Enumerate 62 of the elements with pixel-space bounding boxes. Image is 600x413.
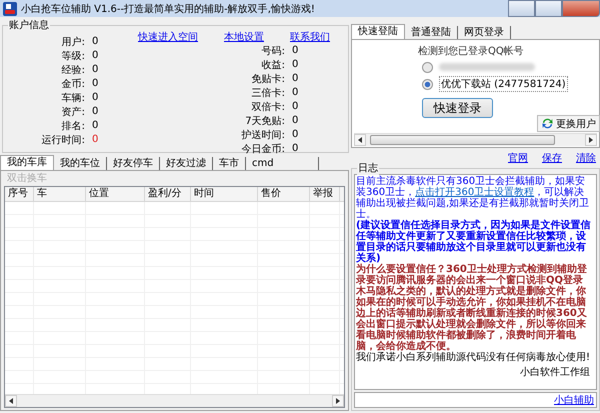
field-label: 排名: [60,120,86,132]
footer-link[interactable]: 小白辅助 [554,393,594,407]
field-label: 金币: [60,78,86,90]
field-value: 0 [91,92,98,103]
log-message: 我们承诺小白系列辅助源代码没有任何病毒放心使用! [356,352,592,363]
field-label: 车辆: [60,92,86,104]
switch-user-button[interactable]: 更换用户 [537,115,600,132]
field-label: 收益: [260,58,286,72]
tutorial-link[interactable]: 点击打开360卫士设置教程 [415,187,534,198]
field-value: 0 [91,106,98,117]
link[interactable]: 联系我们 [290,30,330,44]
column-header[interactable]: 车 [34,187,86,201]
field-label: 护送时间: [240,128,286,142]
field-value: 0 [291,143,298,154]
log-message: (建议设置信任选择目录方式，因为如果是文件设置信任等辅助文件更新了又要重新设置信任比较繁琐，设置目录的话只要辅助放这个目录里就可以更新也没有关系) [356,220,592,264]
field-value: 0 [91,120,98,131]
column-header[interactable]: 序号 [5,187,34,201]
field-label: 三倍卡: [250,86,286,100]
field-value: 0 [291,129,298,140]
column-header[interactable]: 售价 [258,187,310,201]
column-header[interactable]: 位置 [86,187,145,201]
field-label: 双倍卡: [250,100,286,114]
log-message: 小白软件工作组 [519,367,591,378]
log-message: 为什么要设置信任？360卫士处理方式检测到辅助登录要访问腾讯服务器的会出来一个窗口说非QQ登录木马隐私之类的，默认的处理方式就是删除文件，你如果在的时候可以手动选允许，你如果挂机不在电脑边上的话等辅助刷新或者断线重新连接的时候360又会出窗口提示默认处理就会删除文件，所以等你回来看电脑时候辅助软件都被删除了，浪费时间开着电脑，会给你造成不便。 [356,264,588,352]
link[interactable]: 保存 [542,151,562,164]
column-header[interactable]: 盈利/分 [145,187,191,201]
link[interactable]: 本地设置 [224,30,264,44]
field-value: 0 [291,59,298,70]
group-title: 日志 [357,162,379,175]
window-title: 小白抢车位辅助 V1.6--打造最简单实用的辅助-解放双手,愉快游戏! [21,2,315,16]
log-message: 目前主流杀毒软件只有360卫士会拦截辅助，如果安装360卫士，点击打开360卫士设置教程，可以解决辅助出现被拦截问题,如果还是有拦截那就暂时关闭卫士。 [356,176,590,220]
field-label: 资产: [60,106,86,118]
field-value: 0 [291,45,298,56]
quick-login-button[interactable]: 快速登录 [422,98,493,118]
field-value: 0 [291,73,298,84]
field-value: 0 [291,87,298,98]
field-value: 0 [291,115,298,126]
field-label: 号码: [260,44,286,58]
field-label: 今日金币: [240,142,286,156]
field-value: 0 [91,64,98,75]
field-label: 运行时间: [40,134,86,146]
column-header[interactable]: 时间 [191,187,258,201]
link[interactable]: 清除 [576,151,596,164]
account-label[interactable]: 优优下载站 (2477581724) [439,76,568,92]
field-value: 0 [91,50,98,61]
field-label: 7天免贴: [244,114,286,128]
field-label: 经验: [60,64,86,76]
link[interactable]: 快速进入空间 [138,30,198,44]
field-label: 免贴卡: [250,72,286,86]
field-label: 等级: [60,50,86,62]
group-title: 账户信息 [8,19,50,32]
tab[interactable]: 快速登陆 [351,24,405,39]
field-value: 0 [91,78,98,89]
field-value: 0 [91,134,98,145]
link[interactable]: 官网 [508,151,528,164]
tab[interactable]: 我的车库 [0,155,54,170]
field-value: 0 [291,101,298,112]
hint-text: 双击换车 [6,172,48,186]
detected-account-text: 检测到您已登录QQ帐号 [418,44,524,58]
field-value: 0 [91,36,98,47]
field-label: 用户: [60,36,86,48]
column-header[interactable]: 举报 [310,187,340,201]
